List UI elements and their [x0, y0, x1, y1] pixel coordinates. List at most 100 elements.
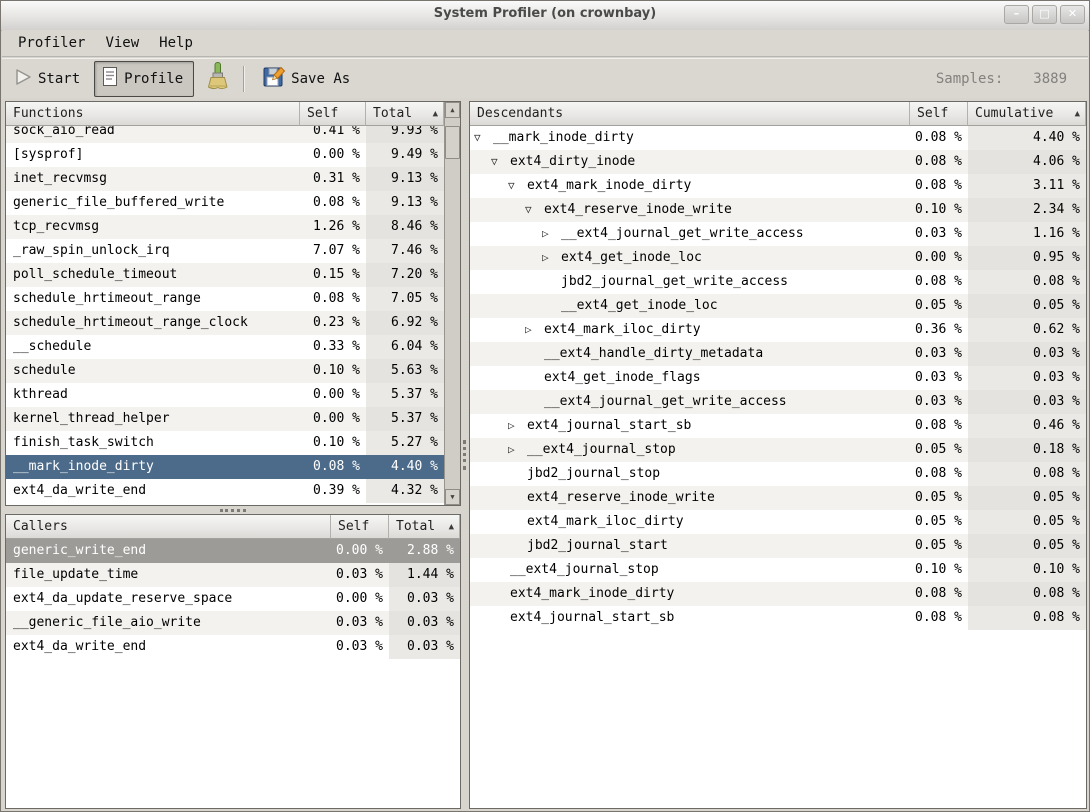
cell-total: 0.03 %: [389, 587, 460, 611]
menu-help[interactable]: Help: [149, 33, 203, 53]
tree-row[interactable]: __ext4_journal_get_write_access0.03 %0.0…: [470, 390, 1086, 414]
tree-row[interactable]: ▽ext4_mark_inode_dirty0.08 %3.11 %: [470, 174, 1086, 198]
reset-button[interactable]: [198, 63, 237, 95]
tree-row[interactable]: ext4_mark_iloc_dirty0.05 %0.05 %: [470, 510, 1086, 534]
scroll-down-button[interactable]: ▼: [445, 489, 460, 505]
column-header-self[interactable]: Self: [331, 515, 389, 539]
window-title: System Profiler (on crownbay): [1, 6, 1089, 21]
tree-row[interactable]: ▽ext4_reserve_inode_write0.10 %2.34 %: [470, 198, 1086, 222]
function-name: __ext4_handle_dirty_metadata: [544, 346, 763, 361]
cell-self: 0.08 %: [910, 414, 968, 438]
menu-profiler[interactable]: Profiler: [8, 33, 95, 53]
start-button-label: Start: [38, 71, 80, 87]
function-name: poll_schedule_timeout: [13, 267, 177, 282]
tree-row[interactable]: ▷ext4_get_inode_loc0.00 %0.95 %: [470, 246, 1086, 270]
tree-row[interactable]: __ext4_handle_dirty_metadata0.03 %0.03 %: [470, 342, 1086, 366]
table-row[interactable]: __mark_inode_dirty0.08 %4.40 %: [6, 455, 444, 479]
function-name: generic_write_end: [13, 543, 146, 558]
table-row[interactable]: schedule_hrtimeout_range0.08 %7.05 %: [6, 287, 444, 311]
expander-icon[interactable]: ▽: [525, 198, 544, 222]
table-row[interactable]: generic_write_end0.00 %2.88 %: [6, 539, 460, 563]
function-name: __ext4_journal_get_write_access: [544, 394, 787, 409]
column-header-total[interactable]: Total ▲: [389, 515, 460, 539]
expander-icon[interactable]: ▷: [508, 438, 527, 462]
expander-icon[interactable]: ▷: [542, 222, 561, 246]
profile-toggle-button[interactable]: Profile: [94, 61, 194, 97]
cell-total: 8.46 %: [366, 215, 444, 239]
table-row[interactable]: poll_schedule_timeout0.15 %7.20 %: [6, 263, 444, 287]
tree-row[interactable]: ▷__ext4_journal_get_write_access0.03 %1.…: [470, 222, 1086, 246]
table-row[interactable]: kernel_thread_helper0.00 %5.37 %: [6, 407, 444, 431]
function-name: schedule_hrtimeout_range: [13, 291, 201, 306]
table-row[interactable]: __generic_file_aio_write0.03 %0.03 %: [6, 611, 460, 635]
table-row[interactable]: ext4_da_update_reserve_space0.00 %0.03 %: [6, 587, 460, 611]
column-header-callers[interactable]: Callers: [6, 515, 331, 539]
expander-icon[interactable]: ▽: [491, 150, 510, 174]
tree-row[interactable]: jbd2_journal_get_write_access0.08 %0.08 …: [470, 270, 1086, 294]
cell-total: 9.93 %: [366, 126, 444, 143]
cell-total: 5.27 %: [366, 431, 444, 455]
table-row[interactable]: ext4_da_write_end0.03 %0.03 %: [6, 635, 460, 659]
function-name: inet_recvmsg: [13, 171, 107, 186]
table-row[interactable]: tcp_recvmsg1.26 %8.46 %: [6, 215, 444, 239]
cell-total: 7.46 %: [366, 239, 444, 263]
tree-row[interactable]: ▷ext4_journal_start_sb0.08 %0.46 %: [470, 414, 1086, 438]
tree-row[interactable]: ext4_journal_start_sb0.08 %0.08 %: [470, 606, 1086, 630]
cell-self: 0.31 %: [300, 167, 366, 191]
tree-row[interactable]: __ext4_journal_stop0.10 %0.10 %: [470, 558, 1086, 582]
tree-row[interactable]: jbd2_journal_stop0.08 %0.08 %: [470, 462, 1086, 486]
expander-icon[interactable]: ▷: [525, 318, 544, 342]
tree-row[interactable]: ▷ext4_mark_iloc_dirty0.36 %0.62 %: [470, 318, 1086, 342]
table-row[interactable]: __schedule0.33 %6.04 %: [6, 335, 444, 359]
table-row[interactable]: schedule0.10 %5.63 %: [6, 359, 444, 383]
scrollbar-thumb[interactable]: [445, 126, 460, 159]
tree-row[interactable]: ▽ext4_dirty_inode0.08 %4.06 %: [470, 150, 1086, 174]
table-row[interactable]: ext4_da_write_end0.39 %4.32 %: [6, 479, 444, 503]
table-row[interactable]: schedule_hrtimeout_range_clock0.23 %6.92…: [6, 311, 444, 335]
table-row[interactable]: file_update_time0.03 %1.44 %: [6, 563, 460, 587]
table-row[interactable]: generic_file_buffered_write0.08 %9.13 %: [6, 191, 444, 215]
cell-cumulative: 0.95 %: [968, 246, 1086, 270]
functions-scrollbar[interactable]: ▲ ▼: [444, 102, 460, 505]
start-button[interactable]: Start: [6, 63, 88, 95]
table-row[interactable]: sock_aio_read0.41 %9.93 %: [6, 126, 444, 143]
tree-row[interactable]: __ext4_get_inode_loc0.05 %0.05 %: [470, 294, 1086, 318]
column-header-functions[interactable]: Functions: [6, 102, 300, 126]
column-header-total[interactable]: Total ▲: [366, 102, 444, 126]
callers-list: generic_write_end0.00 %2.88 %file_update…: [6, 539, 460, 808]
table-row[interactable]: _raw_spin_unlock_irq7.07 %7.46 %: [6, 239, 444, 263]
table-row[interactable]: [sysprof]0.00 %9.49 %: [6, 143, 444, 167]
tree-row[interactable]: ▽__mark_inode_dirty0.08 %4.40 %: [470, 126, 1086, 150]
expander-icon[interactable]: ▷: [542, 246, 561, 270]
close-button[interactable]: ✕: [1060, 5, 1085, 24]
table-row[interactable]: finish_task_switch0.10 %5.27 %: [6, 431, 444, 455]
maximize-button[interactable]: □: [1032, 5, 1057, 24]
tree-row[interactable]: ext4_mark_inode_dirty0.08 %0.08 %: [470, 582, 1086, 606]
cell-cumulative: 4.40 %: [968, 126, 1086, 150]
vertical-splitter[interactable]: [461, 101, 469, 809]
function-name: ext4_mark_inode_dirty: [527, 178, 691, 193]
tree-row[interactable]: ext4_get_inode_flags0.03 %0.03 %: [470, 366, 1086, 390]
scroll-up-button[interactable]: ▲: [445, 102, 460, 118]
column-header-label: Self: [307, 103, 338, 125]
expander-icon[interactable]: ▷: [508, 414, 527, 438]
cell-self: 0.03 %: [910, 222, 968, 246]
table-row[interactable]: kthread0.00 %5.37 %: [6, 383, 444, 407]
tree-row[interactable]: ▷__ext4_journal_stop0.05 %0.18 %: [470, 438, 1086, 462]
sort-ascending-icon: ▲: [449, 516, 459, 538]
horizontal-splitter[interactable]: [5, 506, 461, 514]
expander-icon[interactable]: ▽: [508, 174, 527, 198]
column-header-cumulative[interactable]: Cumulative ▲: [968, 102, 1086, 126]
column-header-self[interactable]: Self: [300, 102, 366, 126]
table-row[interactable]: inet_recvmsg0.31 %9.13 %: [6, 167, 444, 191]
tree-row[interactable]: ext4_reserve_inode_write0.05 %0.05 %: [470, 486, 1086, 510]
minimize-button[interactable]: –: [1004, 5, 1029, 24]
cell-total: 7.05 %: [366, 287, 444, 311]
column-header-descendants[interactable]: Descendants: [470, 102, 910, 126]
column-header-self[interactable]: Self: [910, 102, 968, 126]
tree-row[interactable]: jbd2_journal_start0.05 %0.05 %: [470, 534, 1086, 558]
menu-view[interactable]: View: [95, 33, 149, 53]
expander-icon[interactable]: ▽: [474, 126, 493, 150]
save-as-button[interactable]: Save As: [255, 63, 358, 95]
cell-cumulative: 0.05 %: [968, 510, 1086, 534]
